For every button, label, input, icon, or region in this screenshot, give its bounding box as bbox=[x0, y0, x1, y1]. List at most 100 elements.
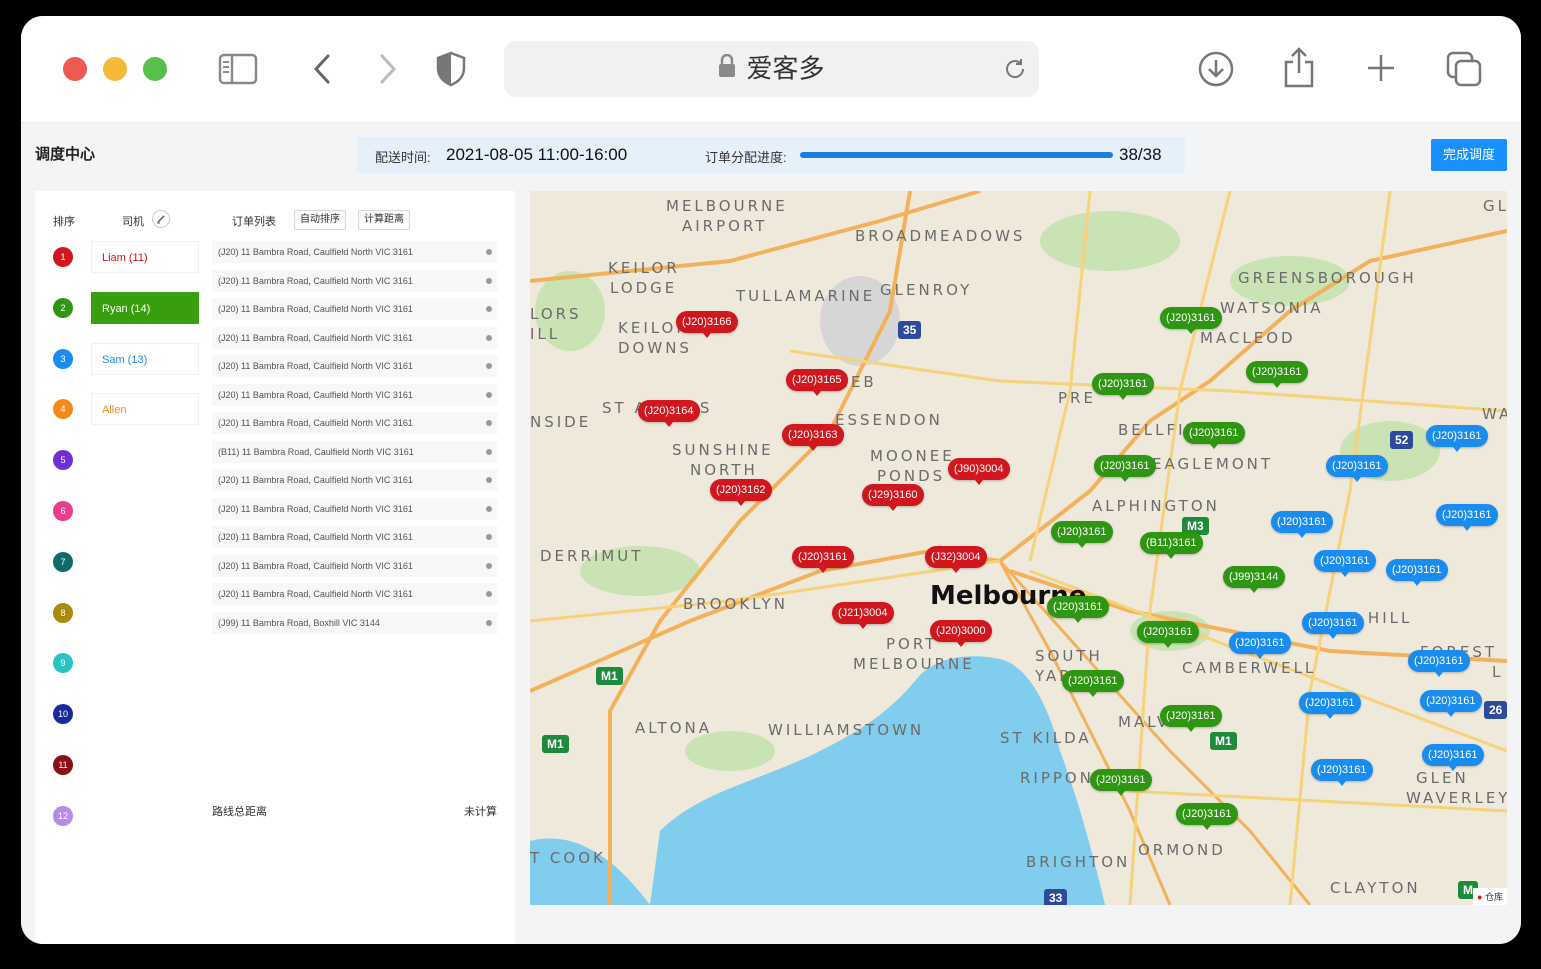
remove-order-icon[interactable] bbox=[486, 591, 492, 597]
order-map-marker[interactable]: (B11)3161 bbox=[1140, 532, 1203, 559]
total-distance-label: 路线总距离 bbox=[212, 806, 267, 818]
remove-order-icon[interactable] bbox=[486, 619, 492, 626]
remove-order-icon[interactable] bbox=[486, 277, 492, 284]
order-row[interactable]: (J20) 11 Bambra Road, Caulfield North VI… bbox=[212, 298, 498, 320]
order-map-marker[interactable]: (J20)3161 bbox=[1311, 759, 1373, 786]
order-map-marker[interactable]: (J20)3161 bbox=[1160, 705, 1222, 732]
order-address: (J99) 11 Bambra Road, Boxhill VIC 3144 bbox=[218, 617, 380, 628]
order-map-marker[interactable]: (J20)3161 bbox=[1408, 650, 1470, 677]
order-map-marker[interactable]: (J20)3164 bbox=[638, 400, 700, 427]
remove-order-icon[interactable] bbox=[486, 505, 492, 512]
order-row[interactable]: (J20) 11 Bambra Road, Caulfield North VI… bbox=[212, 526, 498, 548]
remove-order-icon[interactable] bbox=[486, 534, 492, 540]
map-place-label: NSIDE bbox=[530, 413, 592, 431]
map-place-label: MELBOURNE bbox=[853, 655, 975, 673]
order-map-marker[interactable]: (J20)3161 bbox=[1090, 769, 1152, 796]
order-row[interactable]: (J20) 11 Bambra Road, Caulfield North VI… bbox=[212, 355, 498, 377]
dispatch-app: 调度中心 配送时间: 2021-08-05 11:00-16:00 订单分配进度… bbox=[21, 123, 1521, 944]
remove-order-icon[interactable] bbox=[486, 562, 492, 569]
download-icon[interactable] bbox=[1197, 50, 1235, 88]
order-map-marker[interactable]: (J20)3161 bbox=[1092, 373, 1154, 400]
order-map-marker[interactable]: (J20)3161 bbox=[1386, 559, 1448, 586]
order-map-marker[interactable]: (J20)3161 bbox=[1062, 670, 1124, 697]
remove-order-icon[interactable] bbox=[486, 306, 492, 312]
order-map-marker[interactable]: (J20)3000 bbox=[930, 620, 992, 647]
driver-cell[interactable]: Allen bbox=[91, 393, 199, 426]
shield-privacy-icon[interactable] bbox=[435, 50, 467, 88]
minimize-window-button[interactable] bbox=[103, 57, 127, 81]
order-map-marker[interactable]: (J20)3161 bbox=[1271, 511, 1333, 538]
order-map-marker[interactable]: (J20)3161 bbox=[1047, 596, 1109, 623]
order-map-marker[interactable]: (J99)3144 bbox=[1223, 566, 1285, 593]
edit-driver-icon[interactable] bbox=[152, 210, 170, 228]
order-map-marker[interactable]: (J20)3162 bbox=[710, 479, 772, 506]
auto-sort-button[interactable]: 自动排序 bbox=[294, 210, 346, 230]
dispatch-map[interactable]: MELBOURNE AIRPORT BROADMEADOWS GL KEILOR LODG… bbox=[530, 191, 1507, 905]
order-map-marker[interactable]: (J20)3161 bbox=[1094, 455, 1156, 482]
order-map-marker[interactable]: (J20)3161 bbox=[1420, 690, 1482, 717]
back-icon[interactable] bbox=[309, 52, 335, 86]
order-row[interactable]: (J20) 11 Bambra Road, Caulfield North VI… bbox=[212, 326, 498, 349]
order-map-marker[interactable]: (J20)3161 bbox=[1051, 521, 1113, 548]
remove-order-icon[interactable] bbox=[486, 363, 492, 369]
order-map-marker[interactable]: (J90)3004 bbox=[948, 458, 1010, 485]
order-row[interactable]: (J20) 11 Bambra Road, Caulfield North VI… bbox=[212, 469, 498, 491]
remove-order-icon[interactable] bbox=[486, 420, 492, 426]
order-row[interactable]: (J99) 11 Bambra Road, Boxhill VIC 3144 bbox=[212, 611, 498, 634]
map-place-label: KEILOR bbox=[608, 259, 680, 277]
share-icon[interactable] bbox=[1281, 46, 1317, 88]
order-row[interactable]: (J20) 11 Bambra Road, Caulfield North VI… bbox=[212, 383, 498, 406]
finish-dispatch-button[interactable]: 完成调度 bbox=[1431, 139, 1507, 171]
map-place-label: MELBOURNE bbox=[666, 197, 788, 215]
order-row[interactable]: (B11) 11 Bambra Road, Caulfield North VI… bbox=[212, 440, 498, 463]
map-place-label: BRIGHTON bbox=[1026, 853, 1131, 871]
order-row[interactable]: (J20) 11 Bambra Road, Caulfield North VI… bbox=[212, 412, 498, 434]
order-map-marker[interactable]: (J20)3161 bbox=[1302, 612, 1364, 639]
remove-order-icon[interactable] bbox=[486, 448, 492, 455]
order-row[interactable]: (J20) 11 Bambra Road, Caulfield North VI… bbox=[212, 269, 498, 292]
order-map-marker[interactable]: (J20)3161 bbox=[792, 546, 854, 573]
order-map-marker[interactable]: (J20)3161 bbox=[1314, 550, 1376, 577]
tab-overview-icon[interactable] bbox=[1445, 50, 1483, 88]
remove-order-icon[interactable] bbox=[486, 477, 492, 483]
order-map-marker[interactable]: (J20)3161 bbox=[1436, 504, 1498, 531]
order-map-marker[interactable]: (J21)3004 bbox=[832, 602, 894, 629]
order-map-marker[interactable]: (J32)3004 bbox=[925, 546, 987, 573]
remove-order-icon[interactable] bbox=[486, 334, 492, 341]
order-map-marker[interactable]: (J20)3161 bbox=[1246, 361, 1308, 388]
driver-cell[interactable]: Liam (11) bbox=[91, 241, 199, 273]
order-map-marker[interactable]: (J20)3161 bbox=[1422, 744, 1484, 771]
sidebar-icon[interactable] bbox=[217, 52, 259, 86]
order-row[interactable]: (J20) 11 Bambra Road, Caulfield North VI… bbox=[212, 583, 498, 605]
sequence-badge: 7 bbox=[53, 551, 73, 572]
order-map-marker[interactable]: (J20)3161 bbox=[1160, 307, 1222, 334]
close-window-button[interactable] bbox=[63, 57, 87, 81]
order-map-marker[interactable]: (J29)3160 bbox=[862, 484, 924, 511]
reload-icon[interactable] bbox=[1002, 56, 1028, 82]
remove-order-icon[interactable] bbox=[486, 249, 492, 255]
order-row[interactable]: (J20) 11 Bambra Road, Caulfield North VI… bbox=[212, 554, 498, 577]
order-map-marker[interactable]: (J20)3161 bbox=[1183, 422, 1245, 449]
order-map-marker[interactable]: (J20)3161 bbox=[1326, 455, 1388, 482]
address-bar[interactable]: 爱客多 bbox=[504, 41, 1039, 97]
order-map-marker[interactable]: (J20)3161 bbox=[1137, 621, 1199, 648]
order-map-marker[interactable]: (J20)3161 bbox=[1299, 692, 1361, 719]
maximize-window-button[interactable] bbox=[143, 57, 167, 81]
order-map-marker[interactable]: (J20)3161 bbox=[1426, 425, 1488, 452]
new-tab-icon[interactable] bbox=[1365, 52, 1397, 84]
order-map-marker[interactable]: (J20)3163 bbox=[782, 424, 844, 451]
dispatch-table: 排序 司机 订单列表 自动排序 计算距离 1 2 3 4 5 6 7 8 9 10 11 12 Lia… bbox=[35, 191, 515, 944]
driver-cell[interactable]: Ryan (14) bbox=[91, 291, 199, 324]
remove-order-icon[interactable] bbox=[486, 391, 492, 398]
order-map-marker[interactable]: (J20)3161 bbox=[1176, 803, 1238, 830]
order-row[interactable]: (J20) 11 Bambra Road, Caulfield North VI… bbox=[212, 497, 498, 520]
order-map-marker[interactable]: (J20)3165 bbox=[786, 369, 848, 396]
forward-icon[interactable] bbox=[375, 52, 401, 86]
order-row[interactable]: (J20) 11 Bambra Road, Caulfield North VI… bbox=[212, 241, 498, 263]
order-address: (J20) 11 Bambra Road, Caulfield North VI… bbox=[218, 418, 413, 428]
order-map-marker[interactable]: (J20)3166 bbox=[676, 311, 738, 338]
order-map-marker[interactable]: (J20)3161 bbox=[1229, 632, 1291, 659]
driver-cell[interactable]: Sam (13) bbox=[91, 342, 199, 375]
calc-distance-button[interactable]: 计算距离 bbox=[358, 210, 410, 230]
col-header-sequence: 排序 bbox=[53, 216, 75, 228]
